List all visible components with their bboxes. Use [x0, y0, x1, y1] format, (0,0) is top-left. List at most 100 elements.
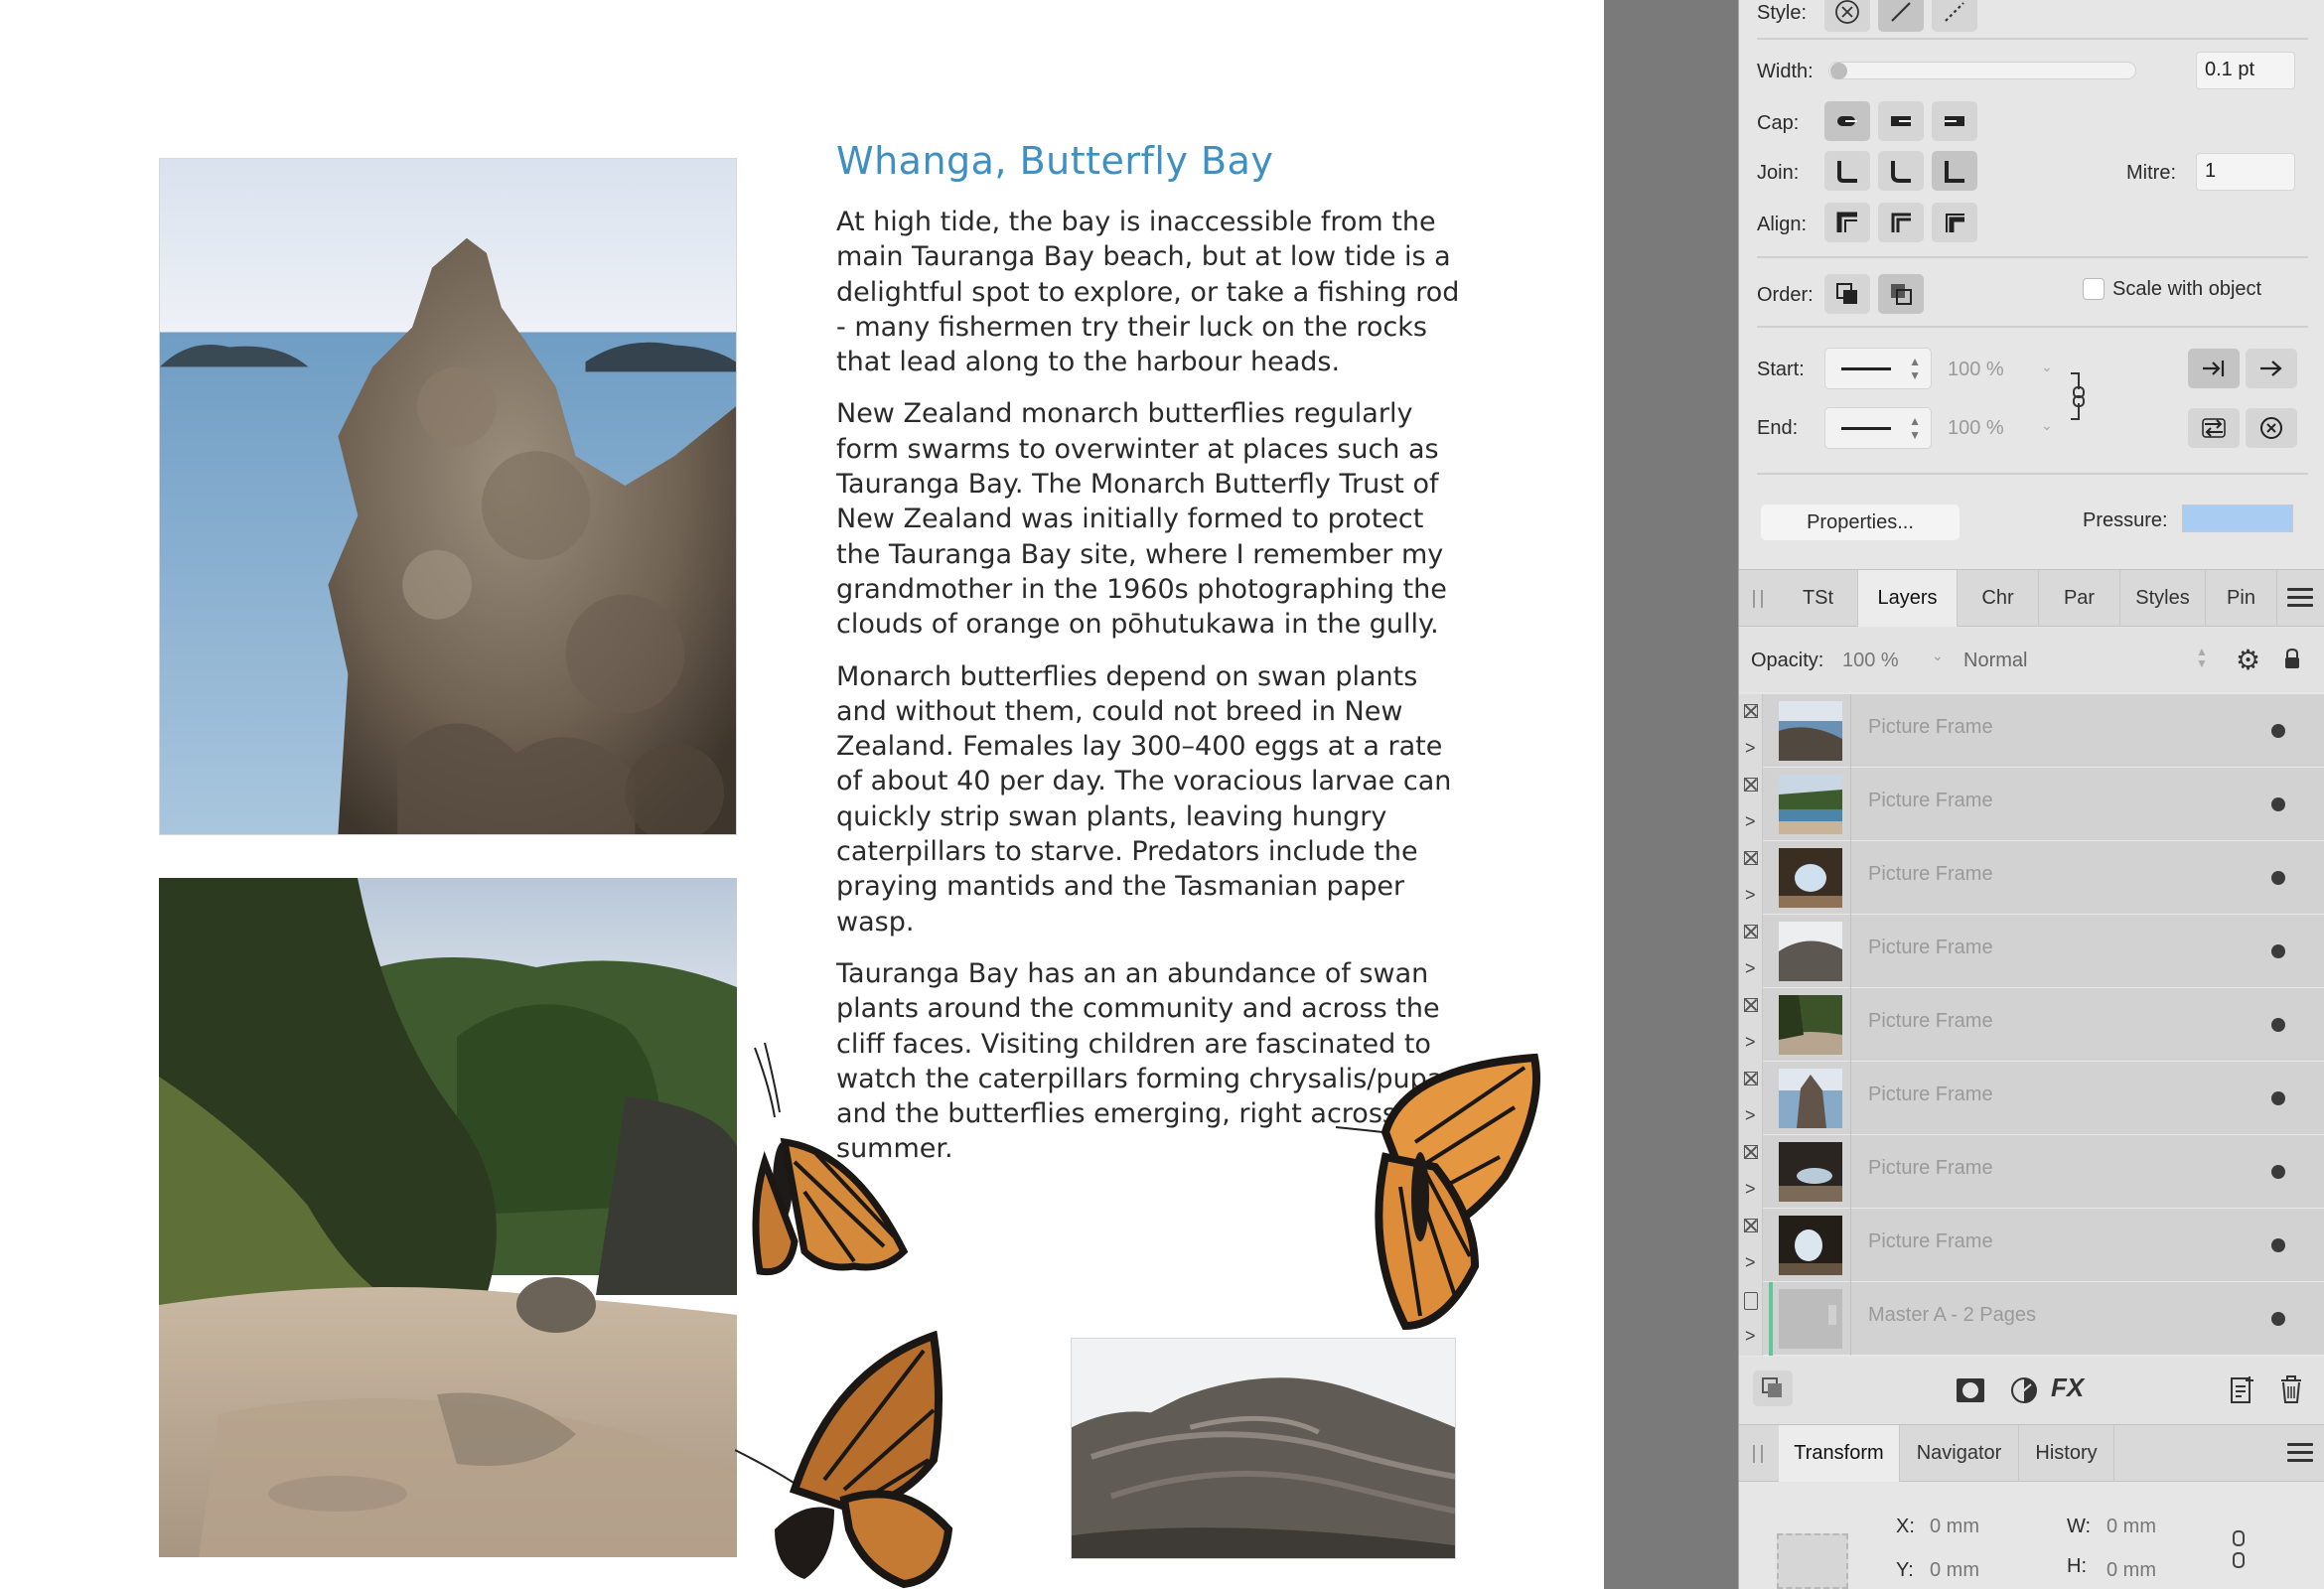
tab-layers[interactable]: Layers: [1858, 570, 1958, 627]
panel-menu-icon[interactable]: [2287, 1443, 2313, 1463]
width-slider[interactable]: [1828, 62, 2136, 79]
cap-square-button[interactable]: [1932, 101, 1977, 141]
arrow-align-tip-button[interactable]: [2188, 349, 2240, 388]
properties-button[interactable]: Properties...: [1761, 505, 1960, 540]
chevron-right-icon[interactable]: >: [1745, 1032, 1756, 1053]
layer-row[interactable]: > Picture Frame: [1739, 988, 2324, 1062]
tab-pinning[interactable]: Pin: [2206, 570, 2277, 627]
chevron-down-icon[interactable]: ⌄: [1932, 648, 1944, 664]
picture-frame-creek[interactable]: [159, 878, 737, 1557]
join-miter-button[interactable]: [1824, 151, 1870, 191]
chevron-down-icon[interactable]: ⌄: [2041, 417, 2053, 434]
tab-history[interactable]: History: [2019, 1425, 2114, 1482]
chevron-right-icon[interactable]: >: [1745, 958, 1756, 979]
cap-round-button[interactable]: [1878, 101, 1924, 141]
article-title[interactable]: Whanga, Butterfly Bay: [836, 139, 1472, 183]
order-front-button[interactable]: [1878, 274, 1924, 314]
join-bevel-button[interactable]: [1932, 151, 1977, 191]
chevron-right-icon[interactable]: >: [1745, 1179, 1756, 1200]
align-outside-button[interactable]: [1932, 203, 1977, 242]
link-scale-icon[interactable]: [2067, 369, 2091, 423]
drag-handle-icon[interactable]: [1753, 1445, 1763, 1463]
swap-arrowheads-button[interactable]: [2188, 408, 2240, 448]
add-mask-icon[interactable]: [1956, 1376, 1985, 1404]
order-behind-button[interactable]: [1824, 274, 1870, 314]
arrow-extend-button[interactable]: [2246, 349, 2297, 388]
visibility-dot-icon[interactable]: [2271, 1238, 2285, 1252]
drag-handle-icon[interactable]: [1753, 590, 1763, 608]
end-scale-value[interactable]: 100 %: [1948, 417, 2004, 440]
h-field[interactable]: 0 mm: [2106, 1559, 2156, 1582]
lock-aspect-icon[interactable]: [2230, 1529, 2248, 1569]
visibility-dot-icon[interactable]: [2271, 1018, 2285, 1032]
add-layer-icon[interactable]: [2230, 1374, 2255, 1404]
visibility-dot-icon[interactable]: [2271, 724, 2285, 738]
layer-row[interactable]: > Picture Frame: [1739, 768, 2324, 841]
picture-frame-stone[interactable]: [1071, 1338, 1456, 1559]
butterfly-image[interactable]: [735, 1042, 909, 1286]
width-field[interactable]: 0.1 pt: [2196, 52, 2295, 89]
align-center-button[interactable]: [1878, 203, 1924, 242]
butterfly-image[interactable]: [734, 1330, 973, 1589]
tab-paragraph[interactable]: Par: [2039, 570, 2120, 627]
layer-row-master[interactable]: > Master A - 2 Pages: [1739, 1282, 2324, 1356]
adjustment-icon[interactable]: [2009, 1376, 2039, 1404]
cap-butt-button[interactable]: [1824, 101, 1870, 141]
chevron-right-icon[interactable]: >: [1745, 1105, 1756, 1126]
visibility-dot-icon[interactable]: [2271, 797, 2285, 811]
paragraph-3[interactable]: Monarch butterflies depend on swan plant…: [836, 659, 1472, 939]
lock-icon[interactable]: [2283, 648, 2301, 669]
layer-row[interactable]: > Picture Frame: [1739, 1209, 2324, 1282]
pressure-graph[interactable]: [2182, 505, 2293, 532]
panel-menu-icon[interactable]: [2287, 588, 2313, 608]
chevron-right-icon[interactable]: >: [1745, 1326, 1756, 1347]
tab-transform[interactable]: Transform: [1779, 1425, 1900, 1482]
layer-row[interactable]: > Picture Frame: [1739, 1062, 2324, 1135]
stroke-dashed-button[interactable]: [1932, 0, 1977, 32]
anchor-selector[interactable]: [1777, 1533, 1848, 1589]
chevron-right-icon[interactable]: >: [1745, 811, 1756, 832]
tab-navigator[interactable]: Navigator: [1900, 1425, 2019, 1482]
start-arrowhead-picker[interactable]: ▲ ▼: [1824, 348, 1932, 389]
chevron-down-icon[interactable]: ⌄: [2041, 359, 2053, 375]
stroke-none-button[interactable]: [1824, 0, 1870, 32]
visibility-dot-icon[interactable]: [2271, 1091, 2285, 1105]
width-slider-knob[interactable]: [1830, 63, 1847, 79]
visibility-dot-icon[interactable]: [2271, 1312, 2285, 1326]
layer-clip-button[interactable]: [1753, 1371, 1793, 1406]
fx-icon[interactable]: FX: [2051, 1372, 2084, 1403]
mitre-field[interactable]: 1: [2196, 153, 2295, 191]
gear-icon[interactable]: ⚙: [2236, 644, 2260, 676]
chevron-right-icon[interactable]: >: [1745, 885, 1756, 906]
blend-mode-select[interactable]: Normal: [1963, 650, 2027, 672]
end-arrowhead-picker[interactable]: ▲ ▼: [1824, 407, 1932, 449]
paragraph-2[interactable]: New Zealand monarch butterflies regularl…: [836, 396, 1472, 642]
layer-row[interactable]: > Picture Frame: [1739, 694, 2324, 768]
y-field[interactable]: 0 mm: [1930, 1559, 1979, 1582]
opacity-value[interactable]: 100 %: [1842, 650, 1899, 672]
layer-row[interactable]: > Picture Frame: [1739, 841, 2324, 915]
start-scale-value[interactable]: 100 %: [1948, 359, 2004, 381]
join-round-button[interactable]: [1878, 151, 1924, 191]
scale-with-object-checkbox[interactable]: [2083, 278, 2105, 300]
butterfly-image[interactable]: [1326, 1048, 1544, 1336]
layer-row[interactable]: > Picture Frame: [1739, 915, 2324, 988]
tab-text-styles[interactable]: TSt: [1779, 570, 1858, 627]
document-page[interactable]: Whanga, Butterfly Bay At high tide, the …: [0, 0, 1604, 1589]
remove-arrowheads-button[interactable]: [2246, 408, 2297, 448]
stroke-solid-button[interactable]: [1878, 0, 1924, 32]
w-field[interactable]: 0 mm: [2106, 1516, 2156, 1538]
visibility-dot-icon[interactable]: [2271, 1165, 2285, 1179]
visibility-dot-icon[interactable]: [2271, 871, 2285, 885]
picture-frame-rock[interactable]: [159, 158, 737, 835]
x-field[interactable]: 0 mm: [1930, 1516, 1979, 1538]
tab-character[interactable]: Chr: [1958, 570, 2039, 627]
trash-icon[interactable]: [2279, 1374, 2303, 1404]
stepper-icon[interactable]: ▲ ▼: [2196, 646, 2208, 669]
layer-row[interactable]: > Picture Frame: [1739, 1135, 2324, 1209]
tab-styles[interactable]: Styles: [2120, 570, 2206, 627]
paragraph-1[interactable]: At high tide, the bay is inaccessible fr…: [836, 205, 1472, 379]
align-inside-button[interactable]: [1824, 203, 1870, 242]
visibility-dot-icon[interactable]: [2271, 944, 2285, 958]
chevron-right-icon[interactable]: >: [1745, 738, 1756, 759]
